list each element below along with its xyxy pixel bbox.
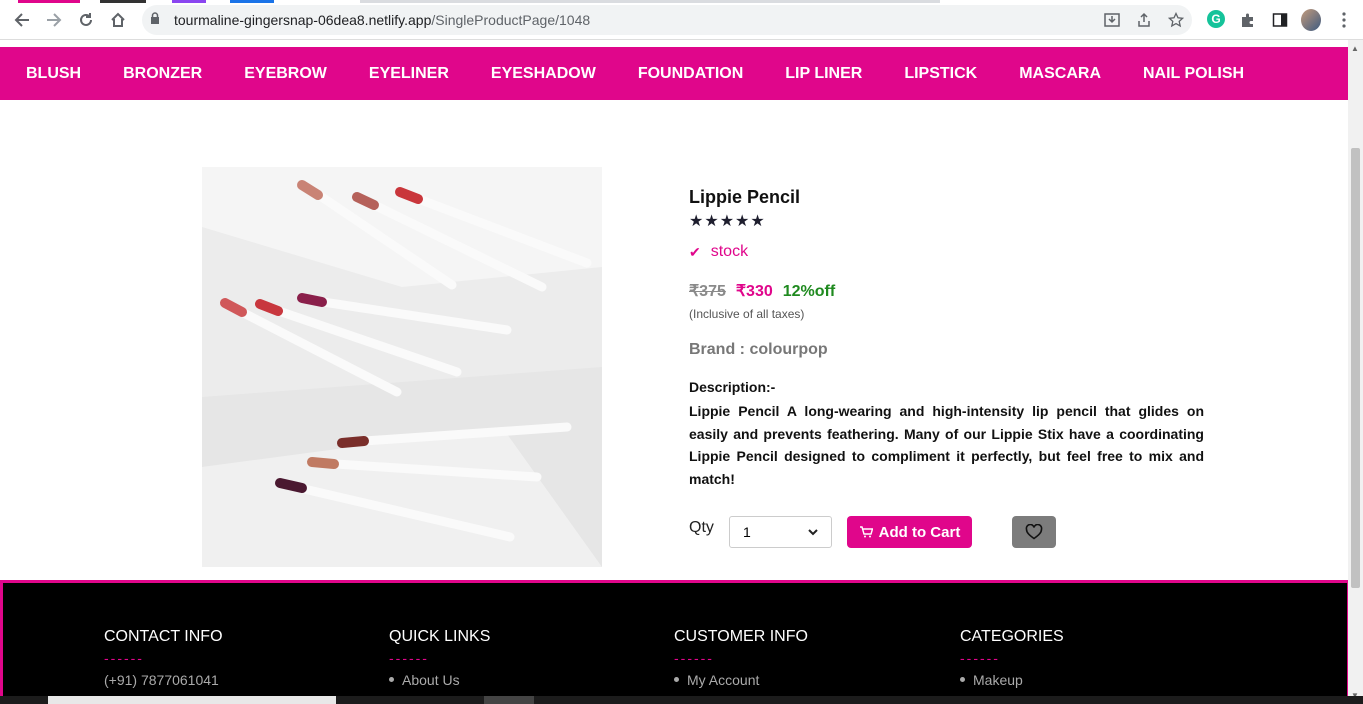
scroll-thumb[interactable] [1351, 148, 1360, 588]
taskbar-window-thumbnail[interactable] [48, 696, 336, 704]
nav-bronzer[interactable]: BRONZER [123, 65, 202, 83]
purchase-row: Qty 1 Add to Cart [689, 515, 1209, 549]
nav-mascara[interactable]: MASCARA [1019, 65, 1101, 83]
os-taskbar [0, 696, 1363, 704]
tax-note: (Inclusive of all taxes) [689, 307, 805, 321]
nav-blush[interactable]: BLUSH [26, 65, 81, 83]
footer-contact-heading: CONTACT INFO [104, 628, 223, 645]
nav-eyeliner[interactable]: EYELINER [369, 65, 449, 83]
footer-categories-heading: CATEGORIES [960, 628, 1064, 645]
nav-eyeshadow[interactable]: EYESHADOW [491, 65, 596, 83]
taskbar-window-thumbnail[interactable] [484, 696, 534, 704]
extensions-puzzle-icon[interactable] [1238, 10, 1258, 30]
side-panel-icon[interactable] [1270, 10, 1290, 30]
discount-badge: 12%off [782, 283, 836, 300]
description-text: Lippie Pencil A long-wearing and high-in… [689, 403, 1204, 487]
lock-icon[interactable] [150, 12, 160, 30]
more-menu-icon[interactable] [1334, 10, 1354, 30]
profile-avatar[interactable] [1301, 9, 1321, 31]
browser-toolbar: tourmaline-gingersnap-06dea8.netlify.app… [0, 0, 1363, 40]
footer-link-about[interactable]: About Us [389, 672, 490, 688]
check-icon: ✔ [689, 243, 701, 260]
home-icon[interactable] [106, 8, 130, 32]
qty-select[interactable]: 1 [729, 516, 832, 548]
original-price: ₹375 [689, 283, 726, 300]
grammarly-icon[interactable]: G [1207, 10, 1225, 28]
footer-divider: ------ [104, 650, 144, 666]
nav-lip-liner[interactable]: LIP LINER [785, 65, 862, 83]
forward-arrow-icon[interactable] [42, 8, 66, 32]
url-text[interactable]: tourmaline-gingersnap-06dea8.netlify.app… [174, 12, 590, 28]
stock-label: stock [710, 243, 749, 260]
back-arrow-icon[interactable] [10, 8, 34, 32]
footer-customer-heading: CUSTOMER INFO [674, 628, 808, 645]
brand-label: Brand : colourpop [689, 341, 828, 358]
bookmark-star-icon[interactable] [1166, 10, 1186, 30]
product-title: Lippie Pencil [689, 187, 801, 207]
footer-categories: CATEGORIES ------ Makeup [960, 628, 1064, 688]
description-heading: Description:- [689, 379, 776, 395]
share-icon[interactable] [1134, 10, 1154, 30]
reload-icon[interactable] [74, 8, 98, 32]
site-footer: CONTACT INFO ------ (+91) 7877061041 QUI… [0, 580, 1350, 704]
footer-links-heading: QUICK LINKS [389, 628, 491, 645]
stock-status: ✔ stock [689, 243, 1204, 261]
footer-divider: ------ [960, 650, 1000, 666]
scroll-up-arrow-icon[interactable]: ▲ [1351, 44, 1359, 53]
product-image [202, 167, 602, 567]
footer-customer-info: CUSTOMER INFO ------ My Account [674, 628, 808, 688]
add-to-cart-label: Add to Cart [878, 523, 961, 541]
chevron-down-icon [807, 525, 819, 541]
category-nav: BLUSH BRONZER EYEBROW EYELINER EYESHADOW… [0, 47, 1348, 100]
nav-foundation[interactable]: FOUNDATION [638, 65, 743, 83]
wishlist-button[interactable] [1012, 516, 1056, 548]
install-app-icon[interactable] [1102, 10, 1122, 30]
footer-quick-links: QUICK LINKS ------ About Us [389, 628, 490, 688]
qty-value: 1 [743, 524, 751, 540]
page-scrollbar[interactable]: ▲ ▼ [1348, 40, 1363, 704]
nav-eyebrow[interactable]: EYEBROW [244, 65, 327, 83]
price-row: ₹375 ₹330 12%off [689, 281, 1204, 301]
footer-phone: (+91) 7877061041 [104, 672, 219, 688]
nav-nail-polish[interactable]: NAIL POLISH [1143, 65, 1244, 83]
heart-icon [1025, 524, 1043, 540]
add-to-cart-button[interactable]: Add to Cart [847, 516, 972, 548]
qty-label: Qty [689, 519, 714, 536]
product-details: Lippie Pencil ★★★★★ ✔ stock ₹375 ₹330 12… [689, 187, 1204, 490]
sale-price: ₹330 [735, 283, 773, 300]
footer-link-makeup[interactable]: Makeup [960, 672, 1064, 688]
footer-contact: CONTACT INFO ------ (+91) 7877061041 [104, 628, 223, 688]
tab-strip[interactable] [0, 0, 1363, 3]
footer-divider: ------ [389, 650, 429, 666]
footer-link-account[interactable]: My Account [674, 672, 808, 688]
footer-divider: ------ [674, 650, 714, 666]
cart-icon [859, 526, 873, 538]
rating-stars: ★★★★★ [689, 213, 766, 230]
nav-lipstick[interactable]: LIPSTICK [904, 65, 977, 83]
